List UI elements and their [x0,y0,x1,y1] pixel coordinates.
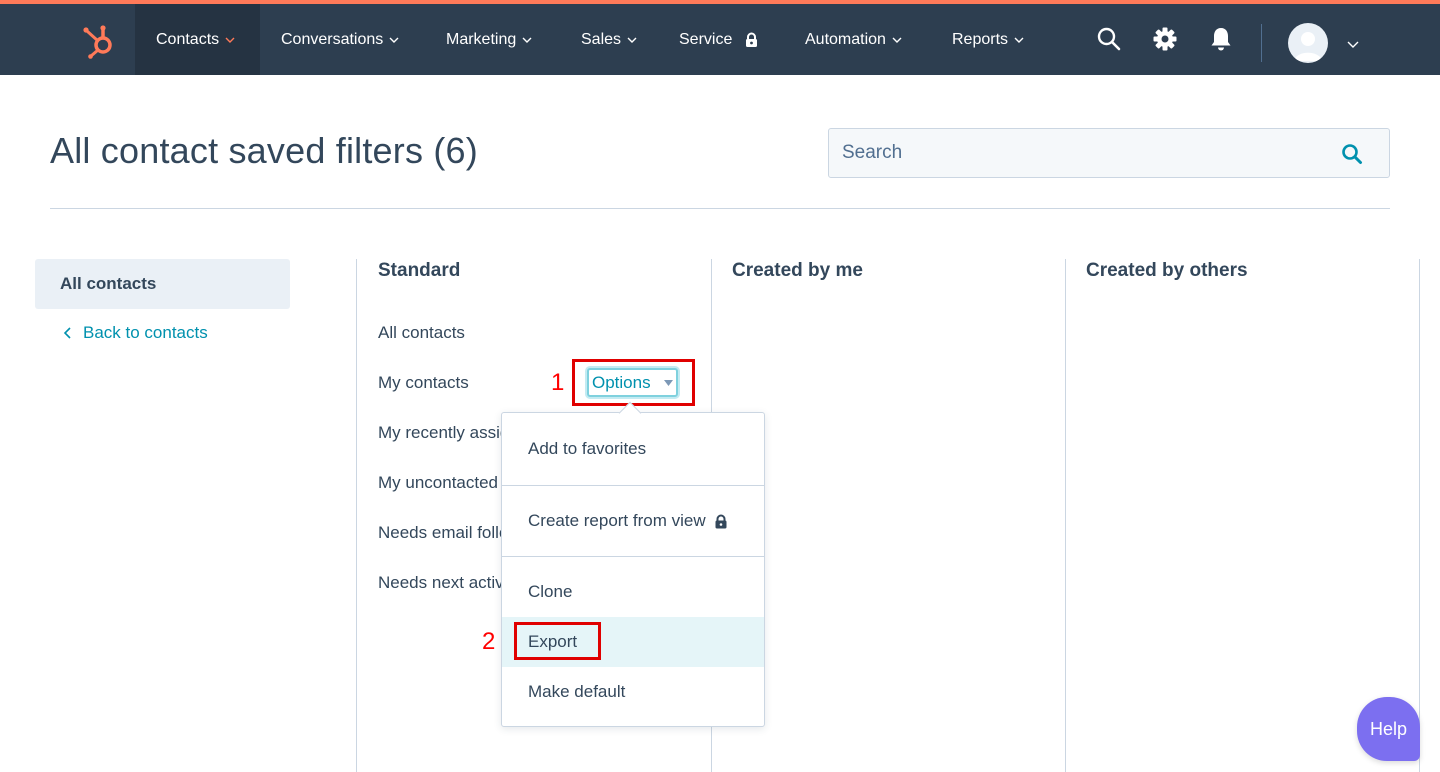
filter-item-my-recently-assigned[interactable]: My recently assigned contacts [378,423,503,443]
sidebar-item-all-contacts[interactable]: All contacts [35,259,290,309]
nav-contacts-label: Contacts [156,30,220,48]
chevron-down-icon [389,37,399,43]
gear-icon[interactable] [1152,26,1178,52]
back-to-contacts-link[interactable]: Back to contacts [62,323,208,343]
menu-divider [502,485,764,486]
page-title: All contact saved filters (6) [50,130,478,171]
menu-item-label: Create report from view [528,511,706,530]
chevron-down-icon [522,37,532,43]
chevron-down-icon [1014,37,1024,43]
filter-item-my-uncontacted[interactable]: My uncontacted contacts [378,473,503,493]
nav-marketing[interactable]: Marketing [446,4,532,75]
menu-item-label: Make default [528,682,626,701]
filter-item-all-contacts[interactable]: All contacts [378,323,503,343]
sidebar-item-label: All contacts [60,274,157,293]
help-button[interactable]: Help [1357,697,1420,761]
chevron-left-icon [63,327,71,339]
search-box [828,128,1390,178]
bell-icon[interactable] [1208,26,1234,52]
filter-item-needs-next-activity[interactable]: Needs next activity date [378,573,503,593]
chevron-down-icon [892,37,902,43]
column-divider [1419,259,1420,772]
nav-reports[interactable]: Reports [952,4,1024,75]
nav-marketing-label: Marketing [446,30,517,48]
nav-conversations-label: Conversations [281,30,384,48]
menu-item-label: Add to favorites [528,439,647,458]
chevron-down-icon [627,37,637,43]
nav-divider [1261,24,1262,62]
search-icon[interactable] [1341,143,1363,165]
lock-icon [746,32,758,47]
nav-sales-label: Sales [581,30,622,48]
chevron-down-icon[interactable] [1347,39,1359,49]
hubspot-logo-icon[interactable] [78,21,118,61]
top-navigation: Contacts Conversations Marketing Sales S… [0,4,1440,75]
nav-automation-label: Automation [805,30,886,48]
nav-service-label: Service [679,30,733,48]
header-divider [50,208,1390,209]
column-divider [1065,259,1066,772]
menu-item-create-report-from-view[interactable]: Create report from view [502,496,764,546]
caret-down-icon [664,380,673,386]
options-button-label: Options [592,372,651,392]
search-input[interactable] [829,129,1329,177]
filter-item-needs-email-follow-up[interactable]: Needs email follow up [378,523,503,543]
column-heading-created-by-me: Created by me [732,260,863,281]
avatar[interactable] [1288,23,1328,63]
nav-conversations[interactable]: Conversations [281,4,399,75]
help-button-label: Help [1369,718,1408,739]
user-silhouette-icon [1294,32,1322,61]
nav-sales[interactable]: Sales [581,4,637,75]
menu-item-make-default[interactable]: Make default [502,667,764,717]
nav-reports-label: Reports [952,30,1009,48]
options-button[interactable]: Options [587,368,678,397]
nav-contacts[interactable]: Contacts [135,4,260,75]
column-heading-created-by-others: Created by others [1086,260,1248,281]
nav-service[interactable]: Service [679,4,759,75]
nav-automation[interactable]: Automation [805,4,902,75]
chevron-down-icon [225,37,235,43]
search-icon[interactable] [1096,26,1122,52]
annotation-step-1: 1 [551,369,565,396]
menu-divider [502,556,764,557]
lock-icon [715,514,727,528]
filter-item-my-contacts[interactable]: My contacts [378,373,503,393]
column-divider [356,259,357,772]
menu-item-label: Clone [528,582,573,601]
menu-item-clone[interactable]: Clone [502,567,764,617]
back-link-label: Back to contacts [83,323,208,342]
options-dropdown-menu: Add to favorites Create report from view… [501,401,765,727]
annotation-step-2: 2 [482,628,496,655]
column-heading-standard: Standard [378,260,461,281]
annotation-highlight-export [514,622,601,660]
menu-item-add-to-favorites[interactable]: Add to favorites [502,424,764,474]
